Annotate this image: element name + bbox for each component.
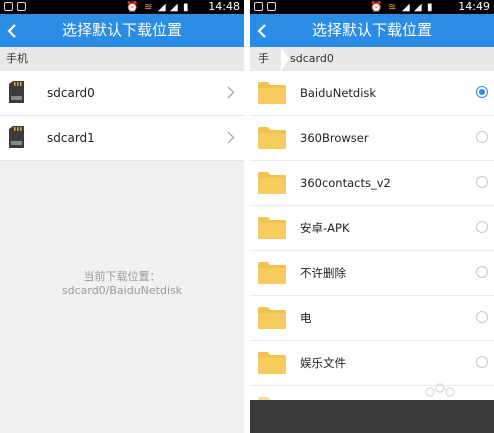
notification-icon xyxy=(4,2,13,11)
folder-label: 安卓-APK xyxy=(300,221,350,235)
current-path-value: sdcard0/BaiduNetdisk xyxy=(61,284,183,297)
folder-label: BaiduNetdisk xyxy=(300,86,377,100)
wifi-icon: ≋ xyxy=(388,2,397,13)
storage-label: sdcard0 xyxy=(47,86,95,100)
alarm-icon: ⏰ xyxy=(370,2,383,13)
status-bar: ⏰ ≋ ◢ ◢ ▮ 14:49 xyxy=(250,0,494,14)
signal-icon: ◢ xyxy=(414,2,422,13)
select-radio[interactable] xyxy=(476,266,488,278)
folder-icon xyxy=(258,82,286,104)
breadcrumb-item[interactable]: 手机 xyxy=(258,47,269,89)
folder-label: 360Browser xyxy=(300,131,369,145)
sd-card-icon xyxy=(9,81,24,103)
folder-icon xyxy=(258,307,286,329)
select-radio[interactable] xyxy=(476,86,488,98)
notification-icon xyxy=(267,2,276,11)
folder-item[interactable]: 娱乐文件 xyxy=(250,341,494,386)
status-bar: ⏰ ≋ ◢ ◢ ▮ 14:48 xyxy=(0,0,244,14)
folder-item[interactable]: 360contacts_v2 xyxy=(250,161,494,206)
signal-icon: ◢ xyxy=(170,2,178,13)
folder-icon xyxy=(258,352,286,374)
select-radio[interactable] xyxy=(476,356,488,368)
page-title: 选择默认下载位置 xyxy=(311,21,432,39)
signal-icon: ◢ xyxy=(402,2,410,13)
notification-icon xyxy=(254,2,263,11)
select-radio[interactable] xyxy=(476,176,488,188)
folder-label: 360contacts_v2 xyxy=(300,176,391,190)
storage-item[interactable]: sdcard0 xyxy=(0,71,244,116)
left-screen: ⏰ ≋ ◢ ◢ ▮ 14:48 选择默认下载位置 手机 sdcard0 sdca… xyxy=(0,0,244,433)
folder-icon xyxy=(258,217,286,239)
battery-icon: ▮ xyxy=(427,2,433,13)
right-screen: ⏰ ≋ ◢ ◢ ▮ 14:49 选择默认下载位置 手机 sdcard0 Baid… xyxy=(250,0,494,433)
breadcrumb: 手机 sdcard0 xyxy=(250,47,494,89)
storage-list: sdcard0 sdcard1 xyxy=(0,71,244,161)
notification-icon xyxy=(17,2,26,11)
select-radio[interactable] xyxy=(476,221,488,233)
alarm-icon: ⏰ xyxy=(126,2,139,13)
folder-icon xyxy=(258,127,286,149)
signal-icon: ◢ xyxy=(158,2,166,13)
folder-icon xyxy=(258,262,286,284)
folder-item[interactable]: 360Browser xyxy=(250,116,494,161)
page-title: 选择默认下载位置 xyxy=(61,21,182,39)
section-header: 手机 xyxy=(0,47,244,71)
select-radio[interactable] xyxy=(476,131,488,143)
chevron-right-icon xyxy=(227,86,235,99)
chevron-right-icon xyxy=(227,131,235,144)
wifi-icon: ≋ xyxy=(144,2,153,13)
folder-item[interactable]: 电 xyxy=(250,296,494,341)
select-radio[interactable] xyxy=(476,311,488,323)
folder-item[interactable]: 安卓-APK xyxy=(250,206,494,251)
breadcrumb-separator-icon xyxy=(281,47,289,71)
app-header: 选择默认下载位置 xyxy=(0,14,244,47)
sd-card-icon xyxy=(9,126,24,148)
folder-label: 不许删除 xyxy=(300,266,346,280)
storage-item[interactable]: sdcard1 xyxy=(0,116,244,161)
folder-label: 电 xyxy=(300,311,312,325)
folder-item[interactable]: BaiduNetdisk xyxy=(250,71,494,116)
bottom-overlay-bar xyxy=(250,400,494,433)
folder-list: BaiduNetdisk 360Browser 360contacts_v2 安卓-A… xyxy=(250,71,494,431)
status-time: 14:49 xyxy=(458,0,490,13)
folder-icon xyxy=(258,172,286,194)
current-path-label: 当前下载位置： xyxy=(83,270,161,283)
battery-icon: ▮ xyxy=(183,2,189,13)
app-header: 选择默认下载位置 xyxy=(250,14,494,47)
section-label: 手机 xyxy=(6,52,28,65)
storage-label: sdcard1 xyxy=(47,131,95,145)
folder-item[interactable]: 不许删除 xyxy=(250,251,494,296)
status-time: 14:48 xyxy=(208,0,240,13)
current-download-path: 当前下载位置： sdcard0/BaiduNetdisk xyxy=(0,270,244,298)
folder-label: 娱乐文件 xyxy=(300,356,346,370)
breadcrumb-item[interactable]: sdcard0 xyxy=(290,47,334,71)
